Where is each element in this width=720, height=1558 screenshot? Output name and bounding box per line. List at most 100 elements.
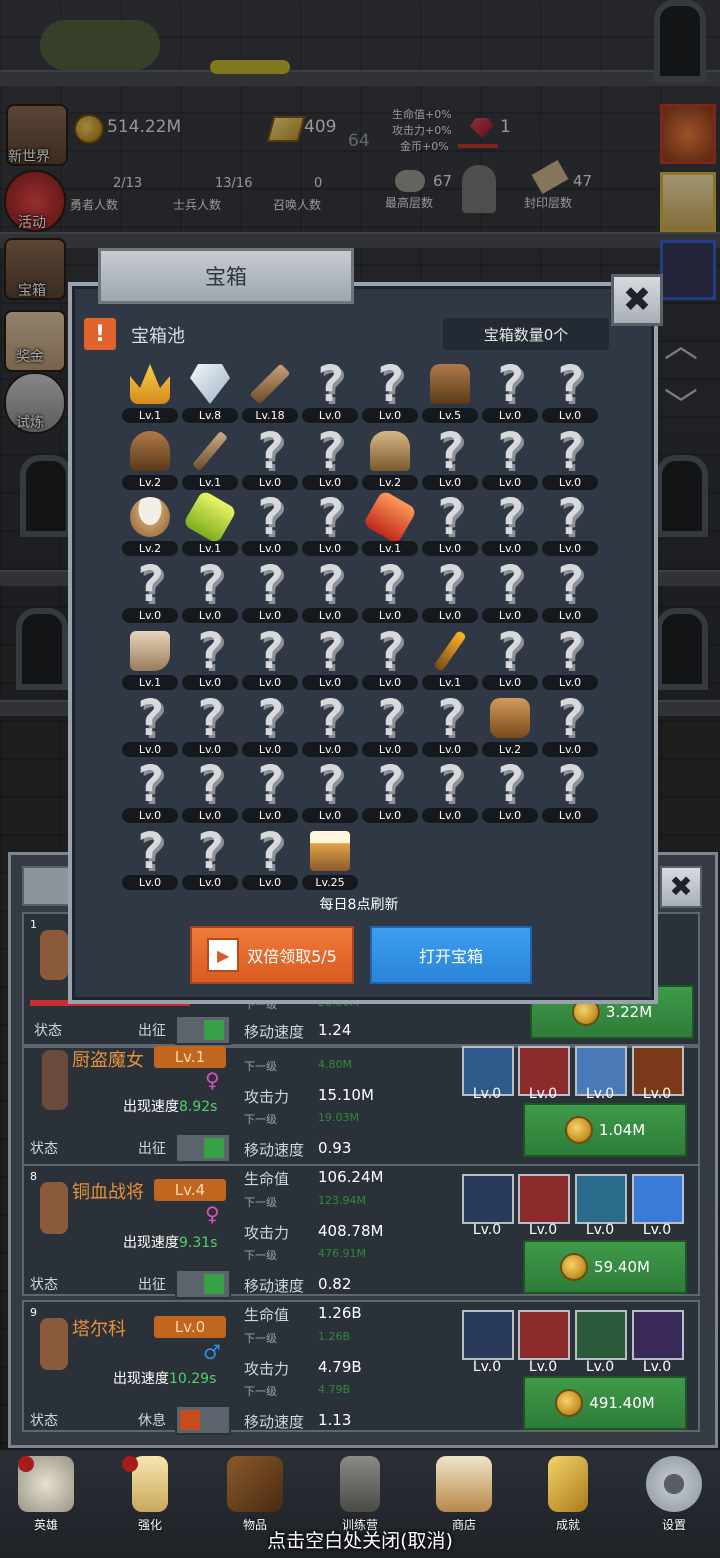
chest-item-slot[interactable]: ? Lv.0 — [120, 759, 180, 826]
chest-item-slot[interactable]: ? Lv.0 — [480, 359, 540, 426]
skill-icon[interactable] — [462, 1174, 514, 1224]
spawn-speed: 出现速度9.31s — [123, 1235, 218, 1251]
deploy-toggle[interactable] — [175, 1015, 231, 1045]
chest-item-slot[interactable]: ? Lv.0 — [480, 759, 540, 826]
skill-icon[interactable] — [518, 1310, 570, 1360]
skill-icon[interactable] — [632, 1310, 684, 1360]
chest-item-slot[interactable]: ? Lv.0 — [360, 621, 420, 693]
chest-item-slot[interactable]: ? Lv.0 — [360, 759, 420, 826]
chest-item-slot[interactable]: ? Lv.0 — [360, 559, 420, 626]
chest-item-slot[interactable]: ? Lv.0 — [300, 559, 360, 626]
upgrade-button[interactable]: 491.40M — [523, 1376, 687, 1430]
chest-item-slot[interactable]: Lv.18 — [240, 360, 300, 426]
chest-item-slot[interactable]: ? Lv.0 — [240, 759, 300, 826]
nav-achievements[interactable]: 成就 — [528, 1456, 608, 1533]
coin-icon — [564, 1116, 593, 1144]
upgrade-button[interactable]: 59.40M — [523, 1240, 687, 1294]
chest-item-slot[interactable]: ? Lv.0 — [300, 693, 360, 760]
chest-item-slot[interactable]: ? Lv.0 — [420, 759, 480, 826]
chest-item-slot[interactable]: ? Lv.0 — [480, 626, 540, 693]
nav-items[interactable]: 物品 — [215, 1456, 295, 1533]
skill-icon[interactable] — [575, 1174, 627, 1224]
chest-item-slot[interactable]: ? Lv.0 — [240, 693, 300, 760]
chest-item-slot[interactable]: ? Lv.0 — [420, 559, 480, 626]
chest-item-slot[interactable]: ? Lv.0 — [180, 759, 240, 826]
chest-item-slot[interactable]: Lv.1 — [120, 360, 180, 426]
chest-item-slot[interactable]: ? Lv.0 — [300, 492, 360, 559]
dagger-icon — [188, 427, 232, 475]
chest-item-slot[interactable]: ? Lv.0 — [360, 359, 420, 426]
chest-item-slot[interactable]: Lv.25 — [300, 827, 360, 893]
chest-item-slot[interactable]: ? Lv.0 — [540, 359, 600, 426]
chest-item-slot[interactable]: ? Lv.0 — [180, 826, 240, 893]
chest-item-slot[interactable]: ? Lv.0 — [480, 492, 540, 559]
chest-item-slot[interactable]: ? Lv.0 — [540, 626, 600, 693]
open-chest-button[interactable]: 打开宝箱 — [370, 926, 532, 984]
skill-icon[interactable] — [575, 1310, 627, 1360]
chest-item-slot[interactable]: ? Lv.0 — [300, 759, 360, 826]
chest-item-slot[interactable]: ? Lv.0 — [540, 492, 600, 559]
chest-item-slot[interactable]: ? Lv.0 — [540, 759, 600, 826]
upgrade-button[interactable]: 1.04M — [523, 1103, 687, 1157]
nav-settings[interactable]: 设置 — [634, 1456, 714, 1533]
chest-item-slot[interactable]: Lv.1 — [420, 627, 480, 693]
skill-level: Lv.0 — [642, 1222, 672, 1238]
chest-item-slot[interactable]: ? Lv.0 — [180, 626, 240, 693]
mode-label: 休息 — [138, 1413, 166, 1429]
close-icon[interactable]: ✖ — [611, 274, 663, 326]
chest-item-slot[interactable]: ? Lv.0 — [360, 693, 420, 760]
chest-item-slot[interactable]: ? Lv.0 — [420, 426, 480, 493]
chest-item-slot[interactable]: Lv.2 — [120, 427, 180, 493]
item-level: Lv.0 — [182, 874, 238, 890]
chest-item-slot[interactable]: ? Lv.0 — [480, 559, 540, 626]
hero-name: 塔尔科 — [72, 1319, 126, 1340]
chest-item-slot[interactable]: ? Lv.0 — [420, 693, 480, 760]
chest-item-slot[interactable]: Lv.2 — [120, 493, 180, 559]
nav-training[interactable]: 训练营 — [320, 1456, 400, 1533]
attack-label: 攻击力 — [244, 1360, 290, 1378]
chest-item-slot[interactable]: ? Lv.0 — [300, 426, 360, 493]
chest-item-slot[interactable]: Lv.2 — [360, 427, 420, 493]
chest-item-slot[interactable]: ? Lv.0 — [240, 559, 300, 626]
item-level: Lv.0 — [542, 608, 598, 624]
chest-item-slot[interactable]: Lv.2 — [480, 694, 540, 760]
chest-item-slot[interactable]: ? Lv.0 — [420, 492, 480, 559]
chest-item-slot[interactable]: ? Lv.0 — [180, 693, 240, 760]
chest-item-slot[interactable]: ? Lv.0 — [540, 426, 600, 493]
chest-item-slot[interactable]: ? Lv.0 — [300, 359, 360, 426]
double-claim-button[interactable]: ▶ 双倍领取5/5 — [190, 926, 354, 984]
item-level: Lv.0 — [482, 808, 538, 824]
chest-item-slot[interactable]: ? Lv.0 — [480, 426, 540, 493]
chest-item-slot[interactable]: Lv.1 — [360, 490, 420, 559]
double-claim-label: 双倍领取5/5 — [247, 947, 337, 966]
question-mark-icon: ? — [374, 621, 406, 680]
upgrade-cost: 59.40M — [594, 1258, 650, 1276]
chest-item-slot[interactable]: Lv.1 — [120, 627, 180, 693]
deploy-toggle[interactable] — [175, 1269, 231, 1299]
chest-item-slot[interactable]: ? Lv.0 — [540, 693, 600, 760]
chest-item-slot[interactable]: ? Lv.0 — [120, 693, 180, 760]
rest-toggle[interactable] — [175, 1405, 231, 1435]
panel-close-icon[interactable]: ✖ — [660, 866, 702, 908]
chest-item-slot[interactable]: Lv.5 — [420, 360, 480, 426]
nav-shop[interactable]: 商店 — [424, 1456, 504, 1533]
chest-item-slot[interactable]: ? Lv.0 — [240, 626, 300, 693]
skill-icon[interactable] — [632, 1174, 684, 1224]
hero-name: 厨盗魔女 — [72, 1050, 144, 1071]
skill-icon[interactable] — [462, 1310, 514, 1360]
chest-item-slot[interactable]: ? Lv.0 — [300, 626, 360, 693]
attack-value: 408.78M — [318, 1222, 384, 1240]
chest-item-slot[interactable]: ? Lv.0 — [240, 426, 300, 493]
chest-item-slot[interactable]: Lv.8 — [180, 360, 240, 426]
chest-item-slot[interactable]: Lv.1 — [180, 490, 240, 559]
chest-item-slot[interactable]: ? Lv.0 — [240, 492, 300, 559]
chest-item-slot[interactable]: ? Lv.0 — [120, 559, 180, 626]
chest-item-slot[interactable]: Lv.1 — [180, 427, 240, 493]
chest-item-slot[interactable]: ? Lv.0 — [240, 826, 300, 893]
deploy-toggle[interactable] — [175, 1133, 231, 1163]
chest-item-slot[interactable]: ? Lv.0 — [120, 826, 180, 893]
skill-level: Lv.0 — [472, 1086, 502, 1102]
chest-item-slot[interactable]: ? Lv.0 — [540, 559, 600, 626]
chest-item-slot[interactable]: ? Lv.0 — [180, 559, 240, 626]
skill-icon[interactable] — [518, 1174, 570, 1224]
